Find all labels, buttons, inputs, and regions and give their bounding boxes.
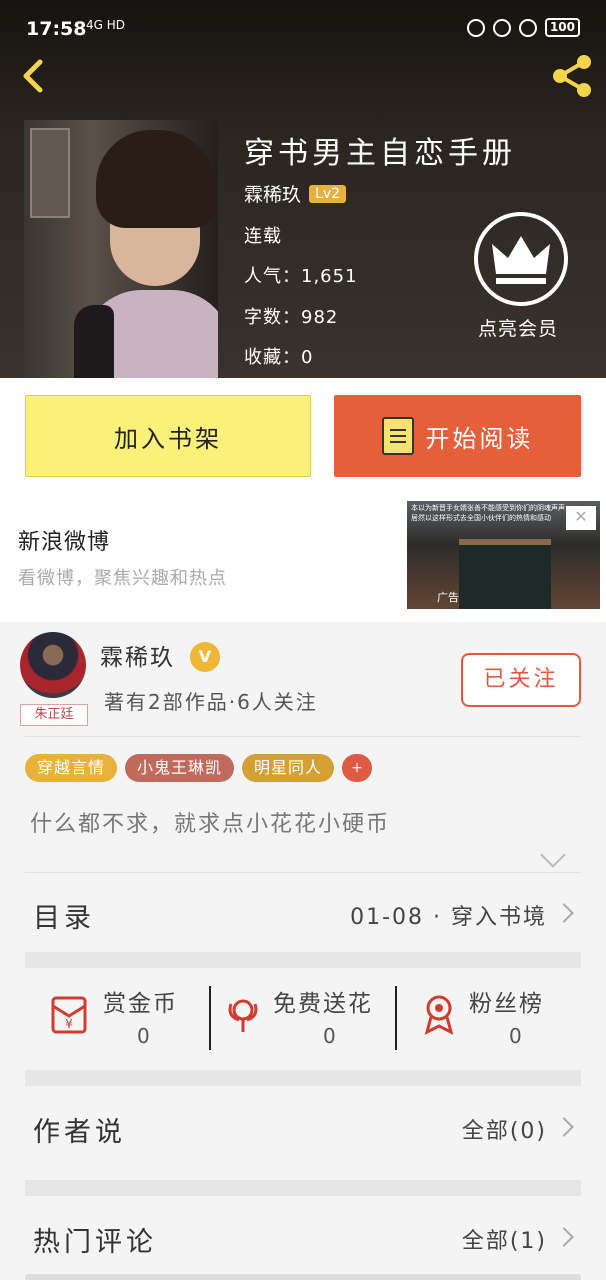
- book-header: 17:58 4G HD 100 穿书男主自恋手册 霖稀玖 Lv2 连载 人气：1…: [0, 0, 606, 378]
- svg-text:¥: ¥: [65, 1017, 73, 1031]
- crown-icon: [492, 236, 550, 284]
- battery-icon: 100: [544, 18, 580, 37]
- alarm-icon: [518, 18, 537, 37]
- gift-bar: ¥ 赏金币 0 免费送花 0 粉丝榜 0: [25, 980, 581, 1070]
- book-tags: 穿越言情 小鬼王琳凯 明星同人 +: [25, 754, 373, 782]
- fans-ranking-label: 粉丝榜: [469, 991, 544, 1017]
- hot-comments-row[interactable]: 热门评论 全部(1): [25, 1198, 581, 1276]
- hot-comments-count: 全部(1): [461, 1229, 547, 1254]
- start-reading-button[interactable]: 开始阅读: [334, 395, 581, 477]
- fans-ranking-button[interactable]: 粉丝榜 0: [397, 980, 581, 1070]
- avatar-tag: 朱正廷: [20, 704, 88, 726]
- hot-comments-label: 热门评论: [33, 1227, 157, 1258]
- author-says-label: 作者说: [33, 1117, 126, 1148]
- section-separator: [25, 1070, 581, 1086]
- ad-subtitle: 看微博，聚焦兴趣和热点: [18, 568, 227, 589]
- cover-decoration: [74, 305, 114, 378]
- section-separator: [25, 952, 581, 968]
- ad-image-decoration: [459, 539, 551, 609]
- status-time: 17:58: [26, 18, 87, 40]
- divider: [25, 872, 581, 873]
- divider: [25, 736, 581, 737]
- author-says-row[interactable]: 作者说 全部(0): [25, 1088, 581, 1166]
- reward-coins-count: 0: [137, 1024, 150, 1048]
- book-status: 连载: [244, 226, 282, 247]
- send-flower-button[interactable]: 免费送花 0: [211, 980, 395, 1070]
- ad-tag: 广告: [437, 591, 459, 604]
- book-word-count: 字数：982: [244, 307, 339, 328]
- author-motto: 什么都不求，就求点小花花小硬币: [30, 812, 391, 837]
- book-popularity: 人气：1,651: [244, 266, 358, 287]
- chevron-down-icon[interactable]: [540, 842, 566, 868]
- section-separator: [25, 1180, 581, 1196]
- author-name[interactable]: 霖稀玖: [100, 638, 175, 672]
- book-title: 穿书男主自恋手册: [244, 136, 516, 171]
- add-to-shelf-button[interactable]: 加入书架: [25, 395, 311, 477]
- catalog-latest: 01-08 · 穿入书境: [350, 905, 547, 930]
- follow-button[interactable]: 已关注: [461, 653, 581, 707]
- cover-decoration: [96, 130, 214, 228]
- red-envelope-icon: ¥: [51, 996, 87, 1034]
- action-bar: 加入书架 开始阅读: [0, 378, 606, 494]
- status-bar: 17:58 4G HD 100: [0, 0, 606, 44]
- book-cover[interactable]: [24, 120, 218, 378]
- chevron-right-icon: [554, 1227, 574, 1247]
- author-level-badge: Lv2: [309, 184, 347, 203]
- book-favorites: 收藏：0: [244, 347, 314, 368]
- tag-item[interactable]: 穿越言情: [25, 754, 118, 782]
- send-flower-label: 免费送花: [273, 991, 373, 1017]
- book-author-row: 霖稀玖 Lv2: [244, 180, 347, 207]
- ad-image-caption: 本以为新晋手女婿张善不能感受到你们的阴魂声声，居然以这样形式去全国小伙伴们的热情…: [411, 504, 572, 522]
- ad-close-icon[interactable]: ✕: [566, 506, 596, 530]
- book-author[interactable]: 霖稀玖: [244, 180, 301, 207]
- share-button[interactable]: [548, 52, 596, 100]
- network-indicator: 4G HD: [86, 18, 126, 32]
- fans-ranking-count: 0: [509, 1024, 522, 1048]
- catalog-label: 目录: [33, 903, 95, 934]
- status-icons: 100: [466, 18, 580, 37]
- back-button[interactable]: [14, 56, 54, 96]
- add-tag-button[interactable]: +: [342, 754, 373, 782]
- chevron-right-icon: [554, 903, 574, 923]
- data-saver-icon: [466, 18, 485, 37]
- tag-item[interactable]: 明星同人: [242, 754, 335, 782]
- cover-decoration: [30, 128, 70, 218]
- vip-crown-button[interactable]: [474, 212, 568, 306]
- catalog-row[interactable]: 目录 01-08 · 穿入书境: [25, 874, 581, 952]
- author-stats: 著有2部作品·6人关注: [104, 690, 318, 714]
- book-icon: [381, 417, 414, 455]
- vip-label[interactable]: 点亮会员: [478, 314, 558, 341]
- comment-preview-edge: [25, 1274, 581, 1280]
- ad-title: 新浪微博: [18, 530, 111, 555]
- author-says-count: 全部(0): [461, 1119, 547, 1144]
- start-reading-label: 开始阅读: [425, 424, 534, 453]
- author-section: 朱正廷 霖稀玖 V 著有2部作品·6人关注 已关注 穿越言情 小鬼王琳凯 明星同…: [0, 622, 606, 1280]
- reward-coins-label: 赏金币: [103, 991, 178, 1017]
- send-flower-count: 0: [323, 1024, 336, 1048]
- lock-icon: [492, 18, 511, 37]
- verified-badge-icon: V: [190, 642, 220, 672]
- medal-icon: [424, 995, 454, 1035]
- ad-banner[interactable]: 新浪微博 看微博，聚焦兴趣和热点 本以为新晋手女婿张善不能感受到你们的阴魂声声，…: [0, 494, 606, 622]
- chevron-right-icon: [554, 1117, 574, 1137]
- flower-icon: [228, 999, 258, 1032]
- author-avatar[interactable]: [20, 632, 86, 698]
- tag-item[interactable]: 小鬼王琳凯: [125, 754, 235, 782]
- reward-coins-button[interactable]: ¥ 赏金币 0: [25, 980, 210, 1070]
